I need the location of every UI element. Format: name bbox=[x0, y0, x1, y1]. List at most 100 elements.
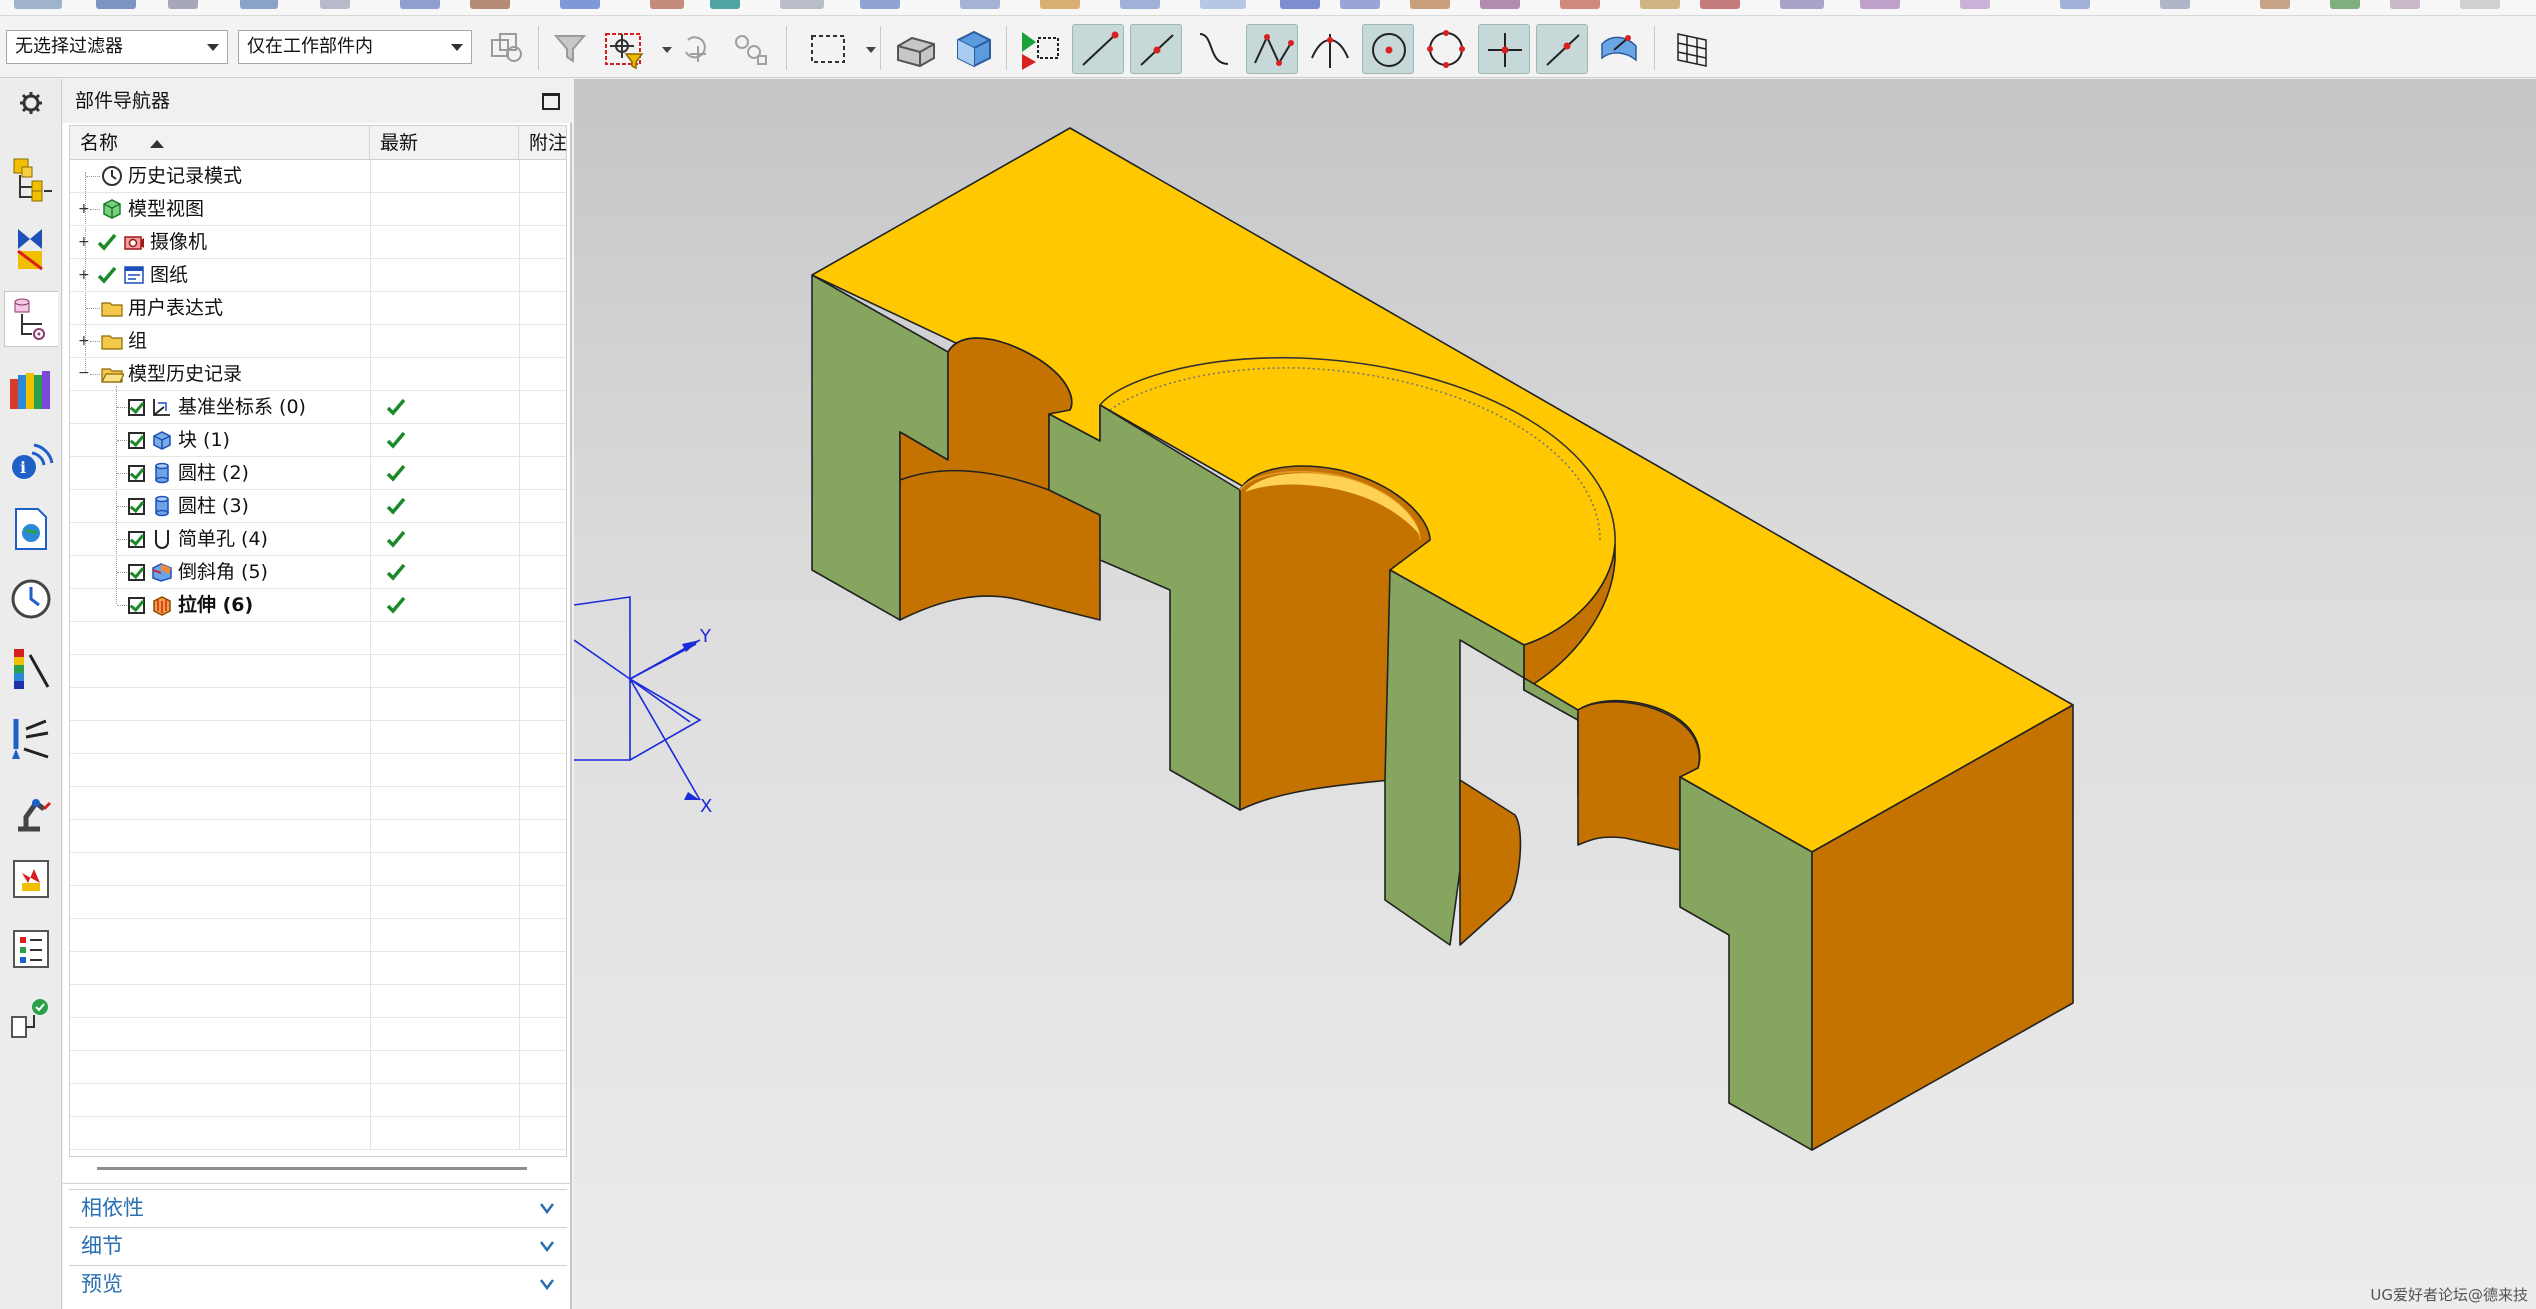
snap-all-button[interactable] bbox=[1014, 24, 1066, 74]
process-studio-button[interactable] bbox=[4, 851, 58, 907]
snap-quadrant-button[interactable] bbox=[1420, 24, 1472, 74]
chevron-down-icon[interactable] bbox=[662, 47, 672, 53]
tree-row-groups[interactable]: + 组 bbox=[70, 325, 566, 358]
cube-snap-button[interactable] bbox=[480, 24, 532, 74]
tree-row-label: 用户表达式 bbox=[128, 297, 224, 319]
tree-connector bbox=[117, 440, 127, 441]
snap-on-curve-button[interactable] bbox=[1188, 24, 1240, 74]
snap-midpoint-button[interactable] bbox=[1130, 24, 1182, 74]
tree-row-feature-current[interactable]: 拉伸 (6) bbox=[70, 589, 566, 622]
toolbar-separator bbox=[1654, 26, 1655, 70]
undo-selection-button[interactable] bbox=[672, 24, 724, 74]
snap-arc-center-button[interactable] bbox=[1362, 24, 1414, 74]
snap-point-on-curve-button[interactable] bbox=[1536, 24, 1588, 74]
visualization-button[interactable] bbox=[4, 641, 58, 697]
selection-scope-dropdown[interactable]: 仅在工作部件内 bbox=[238, 30, 472, 64]
point-set-button[interactable] bbox=[726, 24, 778, 74]
tree-row-feature[interactable]: 基准坐标系 (0) bbox=[70, 391, 566, 424]
process-studio-icon bbox=[13, 860, 49, 898]
point-constructor-button[interactable] bbox=[600, 24, 652, 74]
tree-row-model-history[interactable]: − 模型历史记录 bbox=[70, 358, 566, 391]
visibility-checkbox[interactable] bbox=[128, 564, 145, 581]
visibility-checkbox[interactable] bbox=[128, 531, 145, 548]
tree-row-feature[interactable]: 圆柱 (2) bbox=[70, 457, 566, 490]
expand-plus-icon[interactable]: + bbox=[78, 268, 90, 282]
type-filter-dropdown[interactable]: 无选择过滤器 bbox=[6, 30, 228, 64]
empty-row bbox=[70, 820, 566, 853]
tree-row-label: 基准坐标系 (0) bbox=[178, 396, 306, 418]
column-header-name[interactable]: 名称 bbox=[70, 126, 370, 160]
up-to-date-check-icon bbox=[386, 596, 406, 614]
up-to-date-check-icon bbox=[386, 497, 406, 515]
tree-connector bbox=[90, 209, 100, 210]
column-header-latest[interactable]: 最新 bbox=[370, 126, 519, 160]
blue-cube-icon bbox=[957, 30, 991, 68]
rectangle-select-button[interactable] bbox=[804, 24, 856, 74]
tree-row-feature[interactable]: 块 (1) bbox=[70, 424, 566, 457]
assembly-navigator-button[interactable] bbox=[4, 151, 58, 207]
visibility-checkbox[interactable] bbox=[128, 597, 145, 614]
reuse-library-button[interactable] bbox=[4, 361, 58, 417]
tree-row-label: 块 (1) bbox=[178, 429, 230, 451]
selection-filter-button[interactable] bbox=[546, 24, 598, 74]
part-navigator-button[interactable] bbox=[4, 291, 58, 347]
resource-settings-button[interactable] bbox=[4, 81, 58, 137]
resource-bar: i bbox=[0, 79, 62, 1309]
part-body[interactable] bbox=[811, 127, 2074, 1151]
tree-row-model-views[interactable]: + 模型视图 bbox=[70, 193, 566, 226]
tree-row-feature[interactable]: 倒斜角 (5) bbox=[70, 556, 566, 589]
visibility-checkbox[interactable] bbox=[128, 399, 145, 416]
snap-grid-button[interactable] bbox=[1666, 24, 1718, 74]
rotate-point-icon bbox=[685, 36, 706, 62]
expand-plus-icon[interactable]: + bbox=[78, 334, 90, 348]
visibility-checkbox[interactable] bbox=[128, 498, 145, 515]
chevron-down-icon[interactable] bbox=[866, 47, 876, 53]
column-header-comment[interactable]: 附注 bbox=[519, 126, 566, 160]
tree-row-user-expressions[interactable]: 用户表达式 bbox=[70, 292, 566, 325]
expand-plus-icon[interactable]: + bbox=[78, 235, 90, 249]
tree-row-feature[interactable]: 圆柱 (3) bbox=[70, 490, 566, 523]
tree-row-feature[interactable]: 简单孔 (4) bbox=[70, 523, 566, 556]
chevron-down-icon bbox=[207, 44, 219, 51]
chevron-down-icon bbox=[451, 44, 463, 51]
expand-plus-icon[interactable]: + bbox=[78, 202, 90, 216]
machining-button[interactable] bbox=[4, 711, 58, 767]
snap-control-point-button[interactable] bbox=[1246, 24, 1298, 74]
funnel-icon bbox=[553, 35, 587, 63]
dependencies-panel-title: 相依性 bbox=[81, 1196, 144, 1220]
empty-row bbox=[70, 754, 566, 787]
shaded-view-button[interactable] bbox=[890, 24, 942, 74]
web-browser-button[interactable] bbox=[4, 501, 58, 557]
hd3d-tools-button[interactable]: i bbox=[4, 431, 58, 487]
dependencies-panel-header[interactable]: 相依性 bbox=[69, 1189, 567, 1225]
visibility-checkbox[interactable] bbox=[128, 432, 145, 449]
visibility-checkbox[interactable] bbox=[128, 465, 145, 482]
snap-existing-point-button[interactable] bbox=[1478, 24, 1530, 74]
graphics-viewport[interactable]: Y X UG爱好者论坛@德来技 bbox=[574, 79, 2536, 1309]
snap-endpoint-button[interactable] bbox=[1072, 24, 1124, 74]
maximize-icon[interactable] bbox=[542, 93, 560, 110]
view-orient-button[interactable] bbox=[948, 24, 1000, 74]
details-panel-header[interactable]: 细节 bbox=[69, 1227, 567, 1263]
collapse-minus-icon[interactable]: − bbox=[78, 366, 90, 380]
tree-row-label: 圆柱 (2) bbox=[178, 462, 249, 484]
tree-row-history-mode[interactable]: 历史记录模式 bbox=[70, 160, 566, 193]
tree-row-cameras[interactable]: + 摄像机 bbox=[70, 226, 566, 259]
3d-model-view[interactable]: Y X bbox=[574, 79, 2536, 1309]
tree-connector bbox=[117, 572, 127, 573]
manufacturing-button[interactable] bbox=[4, 781, 58, 837]
snap-intersection-button[interactable] bbox=[1304, 24, 1356, 74]
system-scenes-button[interactable] bbox=[4, 991, 58, 1047]
tree-row-drawings[interactable]: + 图纸 bbox=[70, 259, 566, 292]
snap-on-surface-button[interactable] bbox=[1594, 24, 1646, 74]
tree-row-label: 倒斜角 (5) bbox=[178, 561, 268, 583]
part-navigator-icon bbox=[14, 298, 45, 340]
preview-panel-header[interactable]: 预览 bbox=[69, 1265, 567, 1301]
selection-toolbar: 无选择过滤器 仅在工作部件内 bbox=[0, 16, 2536, 78]
horizontal-scrollbar[interactable] bbox=[97, 1167, 527, 1170]
roles-button[interactable] bbox=[4, 921, 58, 977]
empty-row bbox=[70, 853, 566, 886]
grid-icon bbox=[1677, 33, 1707, 67]
constraint-navigator-button[interactable] bbox=[4, 221, 58, 277]
history-button[interactable] bbox=[4, 571, 58, 627]
